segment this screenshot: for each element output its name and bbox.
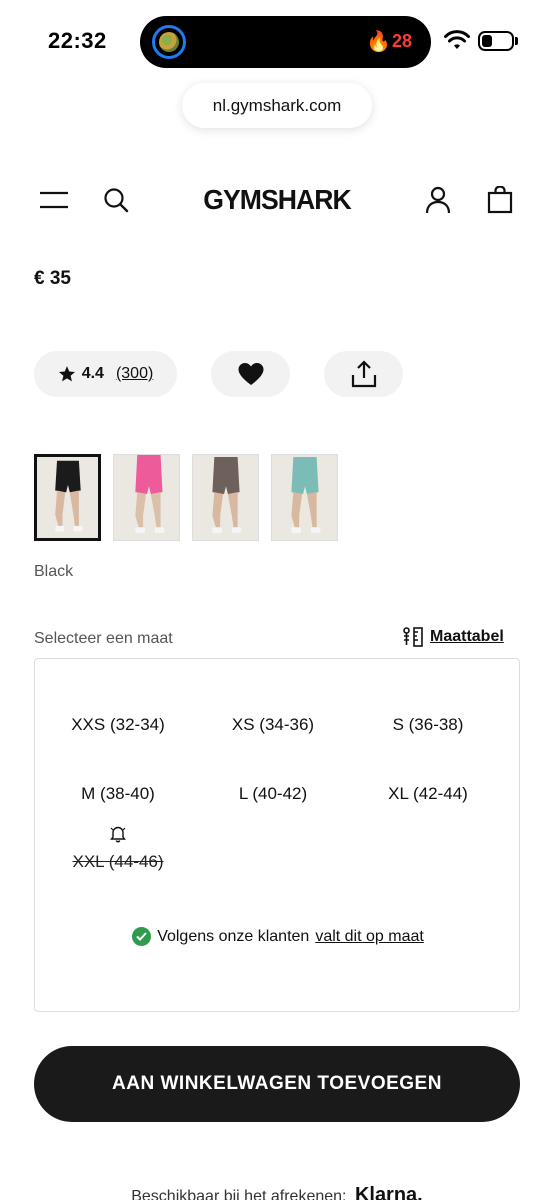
account-icon xyxy=(425,186,451,214)
bag-icon xyxy=(487,186,513,214)
measure-icon xyxy=(403,627,423,647)
product-thumbnail xyxy=(114,455,179,540)
rating-button[interactable]: 4.4 (300) xyxy=(34,351,177,397)
size-option-m[interactable]: M (38-40) xyxy=(38,784,198,804)
battery-icon xyxy=(478,31,514,51)
account-button[interactable] xyxy=(420,182,456,218)
share-icon xyxy=(351,360,376,388)
product-thumbnail xyxy=(193,455,258,540)
color-swatch-brown[interactable] xyxy=(192,454,259,541)
size-option-l[interactable]: L (40-42) xyxy=(193,784,353,804)
url-bar[interactable]: nl.gymshark.com xyxy=(182,83,372,128)
color-swatch-teal[interactable] xyxy=(271,454,338,541)
dynamic-island[interactable]: 🔥 28 xyxy=(140,16,431,68)
heart-icon xyxy=(238,363,263,385)
bag-button[interactable] xyxy=(482,182,518,218)
size-select-label: Selecteer een maat xyxy=(34,630,173,647)
wifi-icon xyxy=(444,30,470,49)
status-time: 22:32 xyxy=(48,28,107,53)
payment-info: Beschikbaar bij het afrekenen: Klarna. xyxy=(0,1184,554,1200)
color-swatch-black[interactable] xyxy=(34,454,101,541)
product-thumbnail xyxy=(272,455,337,540)
gymshark-logo[interactable]: GYMSHARK xyxy=(203,182,352,218)
size-option-xs[interactable]: XS (34-36) xyxy=(193,715,353,735)
size-option-xl[interactable]: XL (42-44) xyxy=(348,784,508,804)
size-chart-link[interactable]: Maattabel xyxy=(402,625,504,649)
selected-color-name: Black xyxy=(34,563,74,580)
klarna-logo: Klarna. xyxy=(354,1184,423,1200)
wishlist-button[interactable] xyxy=(211,351,290,397)
fit-note-link[interactable]: valt dit op maat xyxy=(315,928,424,946)
menu-button[interactable] xyxy=(36,182,72,218)
status-icons xyxy=(444,28,524,54)
size-option-s[interactable]: S (36-38) xyxy=(348,715,508,735)
product-thumbnail xyxy=(37,457,98,538)
fire-icon: 🔥 xyxy=(366,31,391,53)
check-circle-icon xyxy=(132,927,152,946)
search-button[interactable] xyxy=(98,182,134,218)
fit-note: Volgens onze klanten valt dit op maat xyxy=(35,927,521,946)
size-option-xxs[interactable]: XXS (32-34) xyxy=(38,715,198,735)
size-chart-label: Maattabel xyxy=(430,628,504,645)
rating-value: 4.4 xyxy=(81,365,104,382)
activity-count: 28 xyxy=(392,31,413,51)
status-bar: 22:32 🔥 28 xyxy=(0,0,554,80)
notify-bell-icon[interactable] xyxy=(110,825,126,843)
product-price: € 35 xyxy=(34,268,71,289)
star-icon xyxy=(58,366,75,382)
size-option-xxl[interactable]: XXL (44-46) xyxy=(38,852,198,872)
site-header: GYMSHARK xyxy=(0,170,554,230)
search-icon xyxy=(104,188,129,213)
color-swatch-pink[interactable] xyxy=(113,454,180,541)
size-options-panel: XXS (32-34) XS (34-36) S (36-38) M (38-4… xyxy=(34,658,520,1012)
live-activity-app-icon xyxy=(152,25,186,59)
add-to-cart-button[interactable]: AAN WINKELWAGEN TOEVOEGEN xyxy=(34,1046,520,1122)
share-button[interactable] xyxy=(324,351,403,397)
review-count[interactable]: (300) xyxy=(116,365,153,383)
menu-icon xyxy=(40,191,68,209)
payment-text: Beschikbaar bij het afrekenen: xyxy=(131,1188,347,1200)
fit-note-text: Volgens onze klanten xyxy=(157,927,310,945)
